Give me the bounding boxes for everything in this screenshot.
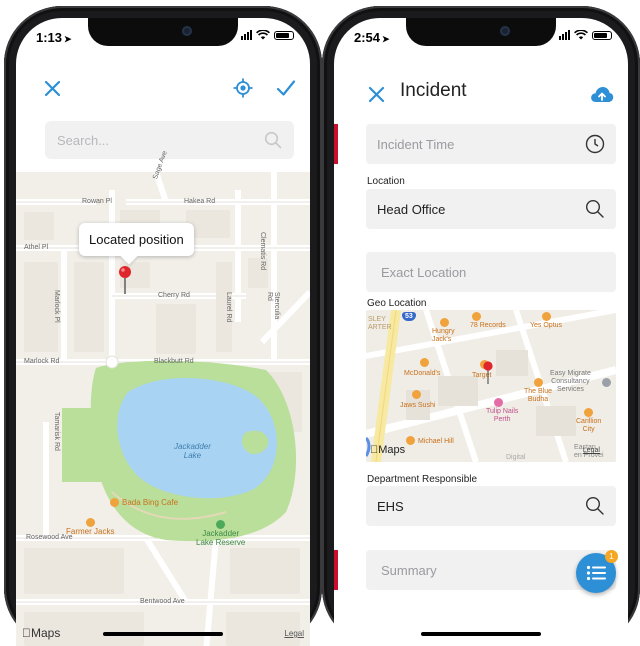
street-label: Marlock Pl bbox=[53, 290, 60, 323]
poi-icon bbox=[420, 358, 429, 367]
legal-link[interactable]: Legal bbox=[284, 629, 304, 638]
street-label: Hakea Rd bbox=[184, 198, 216, 205]
street-label: Bentwood Ave bbox=[140, 598, 185, 605]
poi-icon bbox=[440, 318, 449, 327]
department-field[interactable]: EHS bbox=[366, 486, 616, 526]
battery-icon bbox=[592, 30, 612, 40]
lake-label: Jackadder Lake bbox=[174, 442, 211, 460]
required-indicator bbox=[334, 124, 338, 164]
poi-label: Easy Migrate Consultancy Services bbox=[550, 370, 591, 393]
poi-label: Tulip Nails Perth bbox=[486, 408, 519, 423]
maps-attribution: Maps bbox=[22, 626, 60, 640]
map-pin-icon bbox=[483, 361, 493, 384]
search-icon bbox=[264, 131, 282, 149]
incident-time-field[interactable]: Incident Time bbox=[366, 124, 616, 164]
wifi-icon bbox=[574, 30, 588, 40]
phone-frame-left: 1:13 ➤ Search... Rowan Pl Hakea Rd Athel… bbox=[4, 6, 322, 646]
cloud-upload-icon[interactable] bbox=[590, 82, 614, 106]
location-value: Head Office bbox=[377, 201, 446, 217]
street-label: Cherry Rd bbox=[158, 292, 190, 299]
status-time: 1:13 ➤ bbox=[36, 30, 72, 45]
poi-icon bbox=[406, 436, 415, 445]
poi-label: McDonald's bbox=[404, 370, 441, 377]
crosshair-icon[interactable] bbox=[231, 76, 255, 100]
required-indicator bbox=[334, 550, 338, 590]
street-label: Clematis Rd bbox=[259, 232, 266, 271]
geo-location-map[interactable]: 53 SLEY ARTER Hungry Jack's 78 Records Y… bbox=[366, 310, 616, 462]
poi-label: Yes Optus bbox=[530, 322, 563, 329]
search-input[interactable] bbox=[45, 131, 264, 149]
poi-icon bbox=[494, 398, 503, 407]
page-title: Incident bbox=[400, 80, 467, 101]
poi-label: The Blue Budha bbox=[524, 388, 553, 403]
location-tooltip: Located position bbox=[79, 223, 194, 256]
street-label: Tamarisk Rd bbox=[53, 412, 60, 451]
signal-icon bbox=[559, 30, 570, 40]
location-field[interactable]: Head Office bbox=[366, 189, 616, 229]
notch bbox=[88, 18, 238, 46]
apple-logo-icon:  bbox=[370, 444, 378, 456]
check-icon[interactable] bbox=[274, 76, 298, 100]
poi-label: Carillion City bbox=[576, 418, 602, 433]
location-label: Location bbox=[367, 176, 405, 187]
incident-time-placeholder: Incident Time bbox=[377, 136, 455, 152]
home-indicator[interactable] bbox=[103, 632, 223, 636]
poi-cafe[interactable]: Bada Bing Cafe bbox=[110, 498, 178, 507]
maps-attribution: Maps bbox=[370, 444, 405, 456]
street-label: Marlock Rd bbox=[24, 358, 60, 365]
poi-icon bbox=[472, 312, 481, 321]
shop-icon bbox=[85, 518, 95, 527]
home-indicator[interactable] bbox=[421, 632, 541, 636]
exact-location-placeholder: Exact Location bbox=[381, 264, 467, 280]
poi-icon bbox=[534, 378, 543, 387]
battery-icon bbox=[274, 30, 294, 40]
poi-label: Hungry Jack's bbox=[432, 328, 455, 343]
poi-reserve[interactable]: Jackadder Lake Reserve bbox=[196, 520, 245, 547]
fab-badge: 1 bbox=[605, 550, 618, 563]
close-icon[interactable] bbox=[40, 76, 64, 100]
poi-icon bbox=[584, 408, 593, 417]
actions-fab-button[interactable]: 1 bbox=[576, 550, 618, 593]
apple-logo-icon:  bbox=[22, 626, 31, 640]
search-icon[interactable] bbox=[584, 495, 606, 517]
search-icon[interactable] bbox=[584, 198, 606, 220]
cafe-icon bbox=[110, 498, 119, 507]
department-label: Department Responsible bbox=[367, 474, 478, 485]
department-value: EHS bbox=[377, 498, 404, 514]
poi-label: Jaws Sushi bbox=[400, 402, 436, 409]
search-bar[interactable] bbox=[45, 121, 294, 159]
poi-icon bbox=[412, 390, 421, 399]
phone-frame-right: 2:54 ➤ Incident Incident Time Location He… bbox=[322, 6, 640, 646]
clock-icon[interactable] bbox=[584, 133, 606, 155]
incident-form-screen: 2:54 ➤ Incident Incident Time Location He… bbox=[334, 18, 628, 646]
poi-label: Michael Hill bbox=[418, 438, 454, 445]
list-icon bbox=[586, 565, 606, 581]
signal-icon bbox=[241, 30, 252, 40]
poi-label: Digital bbox=[506, 454, 526, 461]
poi-label: 78 Records bbox=[470, 322, 506, 329]
route-shield: 53 bbox=[402, 312, 416, 321]
poi-icon bbox=[602, 378, 611, 387]
legal-link[interactable]: Legal bbox=[583, 447, 600, 454]
park-icon bbox=[216, 520, 226, 529]
map-toolbar bbox=[16, 72, 310, 112]
street-label: Rowan Pl bbox=[82, 198, 112, 205]
poi-label: SLEY ARTER bbox=[368, 316, 392, 331]
notch bbox=[406, 18, 556, 46]
street-label: Blackbutt Rd bbox=[154, 358, 194, 365]
street-label: Sterculia Rd bbox=[266, 292, 280, 320]
exact-location-field[interactable]: Exact Location bbox=[366, 252, 616, 292]
wifi-icon bbox=[256, 30, 270, 40]
geo-location-label: Geo Location bbox=[367, 298, 427, 309]
map-pin-icon[interactable] bbox=[116, 264, 134, 296]
poi-icon bbox=[542, 312, 551, 321]
map-picker-screen: 1:13 ➤ Search... Rowan Pl Hakea Rd Athel… bbox=[16, 18, 310, 646]
status-time: 2:54 ➤ bbox=[354, 30, 390, 45]
street-label: Athel Pl bbox=[24, 244, 49, 251]
poi-farmer-jacks[interactable]: Farmer Jacks bbox=[66, 518, 114, 536]
street-label: Laurel Rd bbox=[225, 292, 232, 323]
close-icon[interactable] bbox=[364, 82, 388, 106]
